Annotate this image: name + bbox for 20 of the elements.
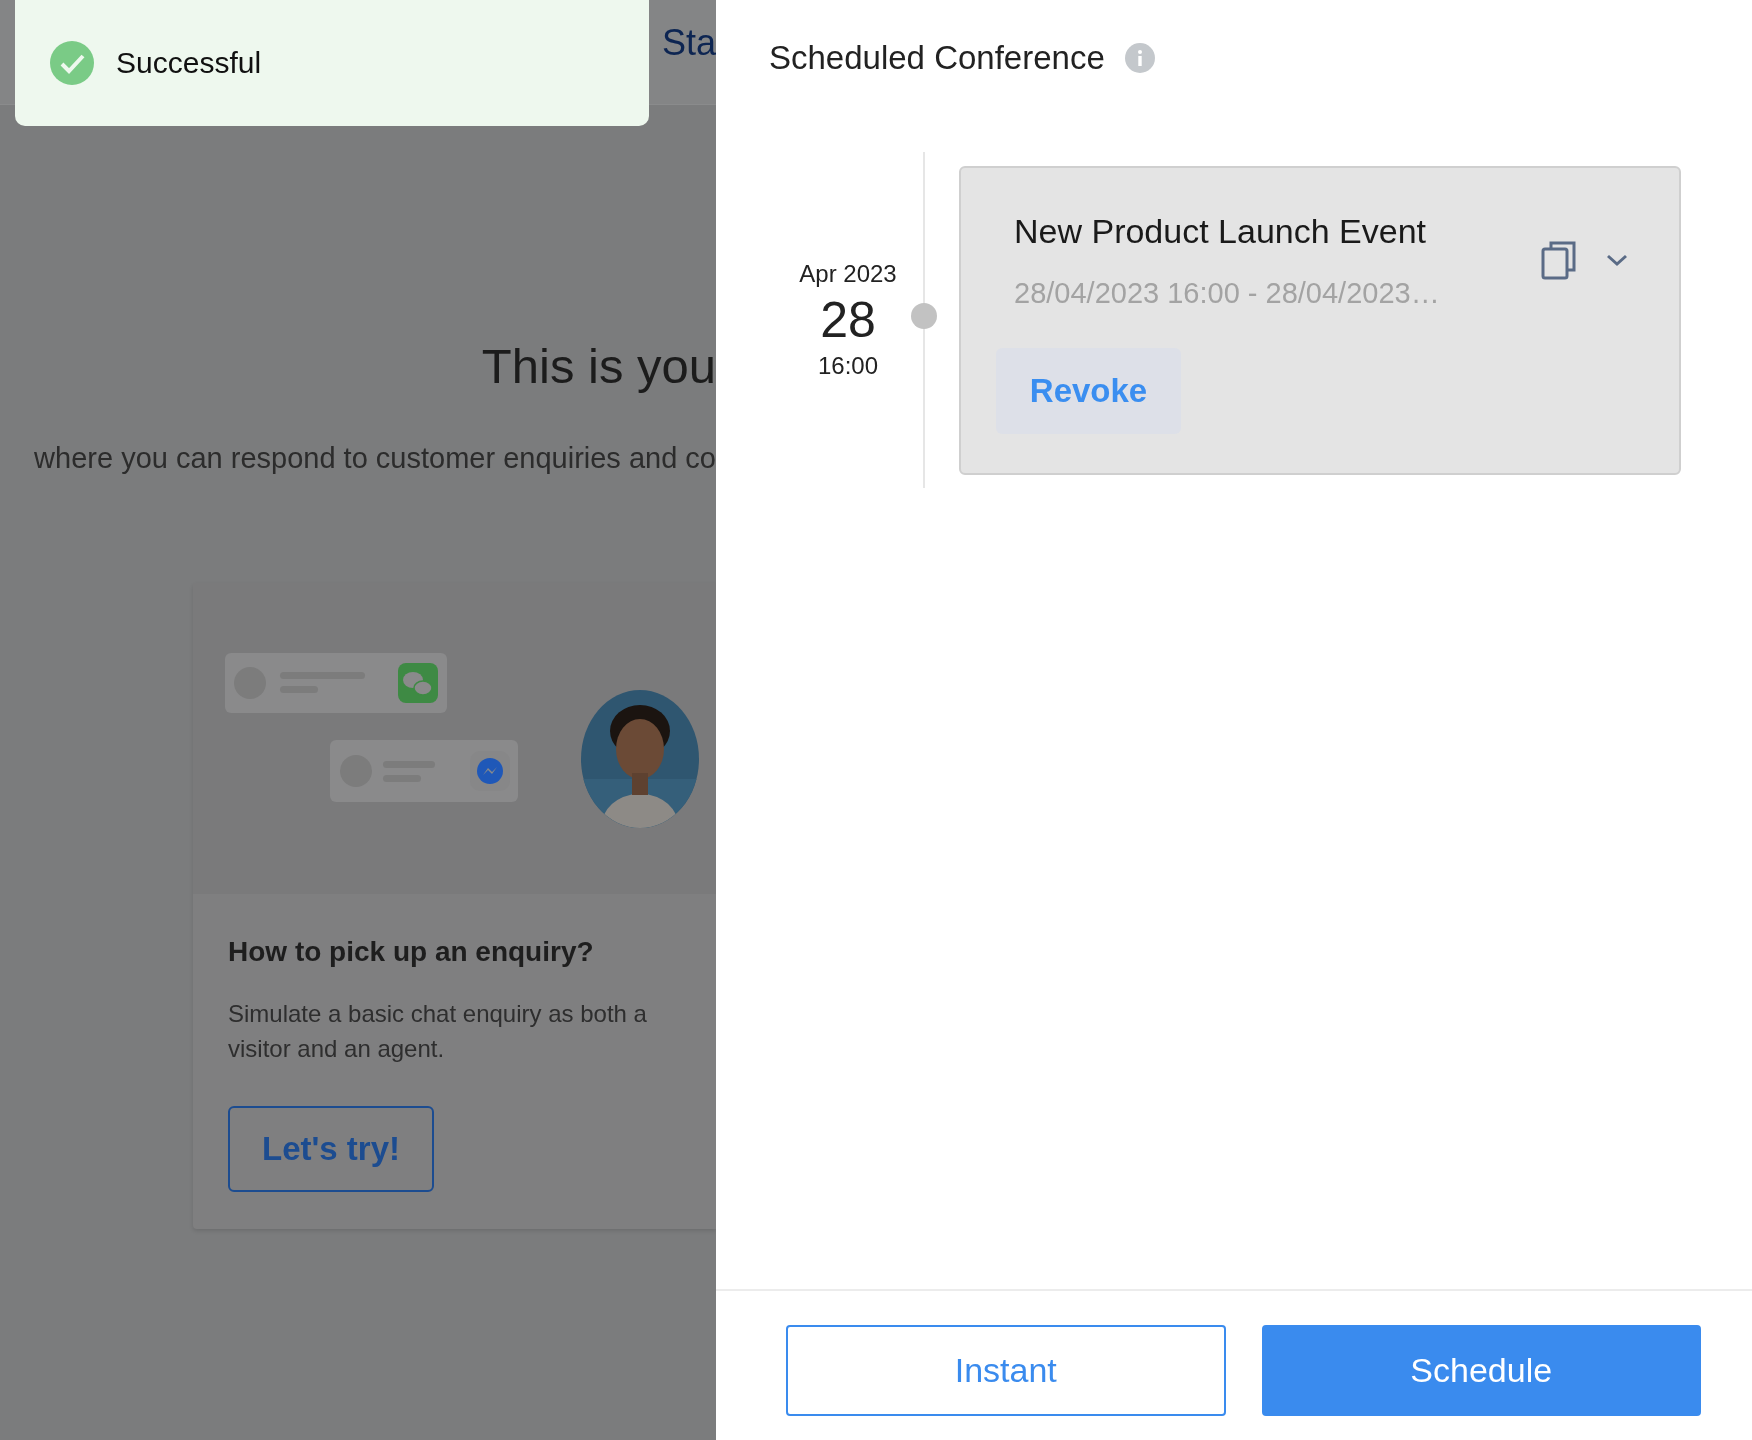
- revoke-button[interactable]: Revoke: [996, 348, 1181, 434]
- event-day: 28: [820, 289, 876, 351]
- conference-time-range: 28/04/2023 16:00 - 28/04/2023…: [1014, 276, 1441, 310]
- timeline-dot: [911, 303, 937, 329]
- toast-message: Successful: [116, 46, 262, 80]
- chevron-icon[interactable]: [1605, 252, 1629, 268]
- card-description: Simulate a basic chat enquiry as both a visitor and an agent.: [228, 999, 648, 1064]
- card-title: How to pick up an enquiry?: [228, 935, 594, 969]
- schedule-button[interactable]: Schedule: [1261, 1325, 1701, 1416]
- conference-title: New Product Launch Event: [1014, 211, 1428, 252]
- page-heading: This is you: [480, 338, 716, 394]
- drawer-title: Scheduled Conference: [769, 38, 1105, 78]
- check-circle-icon: [50, 41, 94, 85]
- header-text: Sta: [661, 22, 716, 64]
- page-subtitle: where you can respond to customer enquiries and co: [33, 441, 716, 476]
- event-month: Apr 2023: [799, 259, 897, 289]
- event-time: 16:00: [817, 351, 879, 381]
- try-button[interactable]: Let's try!: [228, 1106, 434, 1192]
- instant-button[interactable]: Instant: [786, 1325, 1226, 1416]
- copy-icon[interactable]: [1541, 240, 1577, 280]
